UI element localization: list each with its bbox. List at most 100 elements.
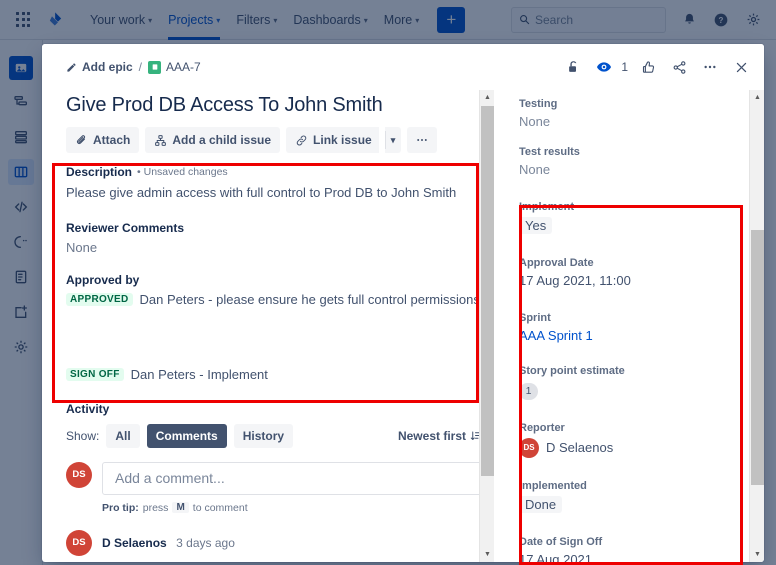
page-title: Give Prod DB Access To John Smith xyxy=(66,94,383,116)
link-issue-dropdown-button[interactable]: ▾ xyxy=(384,127,402,153)
add-epic-button[interactable]: Add epic xyxy=(66,60,133,74)
unlock-icon[interactable] xyxy=(558,52,588,82)
sort-order-button[interactable]: Newest first xyxy=(398,429,482,443)
field-value[interactable]: None xyxy=(519,114,740,129)
approval-text: Dan Peters - please ensure he gets full … xyxy=(139,291,480,307)
comment-timestamp: 3 days ago xyxy=(176,535,235,550)
field-label: Date of Sign Off xyxy=(519,535,603,548)
activity-label: Activity xyxy=(66,401,110,416)
approved-by-section: Approved by APPROVED Dan Peters - please… xyxy=(66,273,482,382)
field-date-of-sign-off: Date of Sign Off 17 Aug 2021 xyxy=(519,536,740,563)
approved-by-label: Approved by xyxy=(66,272,140,287)
breadcrumb-issue-link[interactable]: AAA-7 xyxy=(148,60,201,74)
comment-meta: D Selaenos 3 days ago xyxy=(102,534,235,552)
unsaved-changes-status: • Unsaved changes xyxy=(137,166,228,178)
description-label-row: Description • Unsaved changes xyxy=(66,165,482,179)
reviewer-comments-value[interactable]: None xyxy=(66,240,482,255)
field-testing: Testing None xyxy=(519,98,740,129)
share-icon[interactable] xyxy=(664,52,694,82)
watch-count: 1 xyxy=(621,60,628,74)
tab-all[interactable]: All xyxy=(106,423,140,448)
field-label: Story point estimate xyxy=(519,365,625,377)
pencil-icon xyxy=(67,62,76,72)
field-value[interactable]: Done xyxy=(519,495,563,513)
issue-key-label: AAA-7 xyxy=(166,60,201,74)
add-epic-label: Add epic xyxy=(82,60,133,74)
thumbs-up-icon[interactable] xyxy=(633,52,663,82)
more-actions-icon[interactable] xyxy=(695,52,725,82)
attach-label: Attach xyxy=(93,133,131,147)
scrollbar-thumb[interactable] xyxy=(751,230,764,485)
issue-more-options-button[interactable] xyxy=(407,127,438,153)
content-scrollbar[interactable]: ▲ ▼ xyxy=(479,90,494,562)
field-value-wrap: 1 xyxy=(519,381,740,400)
field-value[interactable]: None xyxy=(519,162,740,177)
field-label: Implemented xyxy=(519,479,587,492)
link-issue-label: Link issue xyxy=(313,133,372,147)
child-issue-icon xyxy=(155,134,167,146)
chevron-down-icon: ▾ xyxy=(390,134,396,145)
pro-tip-text: Pro tip: press M to comment xyxy=(102,502,482,514)
field-implement: Implement Yes xyxy=(519,201,740,235)
story-icon xyxy=(148,60,162,74)
scroll-down-arrow-icon[interactable]: ▼ xyxy=(750,547,764,562)
field-label: Test results xyxy=(519,146,580,158)
comment-placeholder-text: Add a comment... xyxy=(115,470,225,487)
add-child-label: Add a child issue xyxy=(172,133,272,147)
link-issue-button[interactable]: Link issue xyxy=(286,127,379,153)
issue-content-scroll: Give Prod DB Access To John Smith Attach xyxy=(66,94,494,562)
description-text[interactable]: Please give admin access with full contr… xyxy=(66,184,482,203)
activity-section: Activity Show: All Comments History Newe… xyxy=(66,402,482,562)
activity-filter-bar: Show: All Comments History Newest first xyxy=(66,423,482,448)
add-comment-row: DS Add a comment... xyxy=(66,461,482,495)
tab-comments[interactable]: Comments xyxy=(146,423,227,448)
sort-label: Newest first xyxy=(397,428,466,443)
field-value: D Selaenos xyxy=(546,440,614,455)
link-icon xyxy=(296,135,307,145)
tab-history[interactable]: History xyxy=(233,423,294,448)
field-reporter: Reporter DS D Selaenos xyxy=(519,422,740,458)
attach-button[interactable]: Attach xyxy=(66,127,140,153)
reporter-person[interactable]: DS D Selaenos xyxy=(519,437,740,458)
paperclip-icon xyxy=(77,134,86,144)
description-label: Description xyxy=(66,165,133,179)
scrollbar-thumb[interactable] xyxy=(481,106,494,476)
issue-toolbar: Attach Add a child issue Link issue ▾ xyxy=(66,127,482,153)
issue-content-column: Give Prod DB Access To John Smith Attach xyxy=(42,90,494,562)
scroll-down-arrow-icon[interactable]: ▼ xyxy=(480,547,494,562)
field-value[interactable]: Yes xyxy=(519,217,553,234)
breadcrumb-separator: / xyxy=(138,60,143,74)
protip-mid: press xyxy=(142,501,169,514)
watch-control[interactable]: 1 xyxy=(589,52,628,82)
field-value[interactable]: 1 xyxy=(519,382,538,400)
protip-prefix: Pro tip: xyxy=(102,501,139,514)
field-value[interactable]: 17 Aug 2021, 11:00 xyxy=(519,273,740,288)
approval-entry: APPROVED Dan Peters - please ensure he g… xyxy=(66,292,482,307)
field-approval-date: Approval Date 17 Aug 2021, 11:00 xyxy=(519,257,740,288)
reviewer-comments-label: Reviewer Comments xyxy=(66,220,185,235)
add-child-issue-button[interactable]: Add a child issue xyxy=(145,127,281,153)
close-icon[interactable] xyxy=(726,52,756,82)
field-value[interactable]: AAA Sprint 1 xyxy=(519,328,740,343)
avatar: DS xyxy=(519,437,539,458)
status-badge: SIGN OFF xyxy=(66,367,124,381)
comment-input[interactable]: Add a comment... xyxy=(102,461,482,495)
field-value-wrap: Done xyxy=(519,495,740,514)
modal-header: Add epic / AAA-7 1 xyxy=(42,44,764,90)
more-options-icon xyxy=(417,139,428,141)
scroll-up-arrow-icon[interactable]: ▲ xyxy=(480,90,494,105)
field-value[interactable]: 17 Aug 2021 xyxy=(519,552,740,563)
scroll-up-arrow-icon[interactable]: ▲ xyxy=(750,90,764,105)
modal-body: Give Prod DB Access To John Smith Attach xyxy=(42,90,764,562)
protip-suffix: to comment xyxy=(192,501,248,514)
avatar: DS xyxy=(66,529,92,556)
issue-details-column: Testing None Test results None Implement… xyxy=(494,90,764,562)
details-scrollbar[interactable]: ▲ ▼ xyxy=(749,90,764,562)
breadcrumb: Add epic / AAA-7 xyxy=(66,60,201,74)
watch-eye-icon[interactable] xyxy=(589,52,619,82)
status-badge: APPROVED xyxy=(66,292,133,306)
comment-item[interactable]: DS D Selaenos 3 days ago xyxy=(66,529,482,556)
modal-header-actions: 1 xyxy=(558,52,756,82)
field-sprint: Sprint AAA Sprint 1 xyxy=(519,312,740,343)
issue-detail-modal: Add epic / AAA-7 1 Give Prod DB Access T… xyxy=(42,44,764,562)
